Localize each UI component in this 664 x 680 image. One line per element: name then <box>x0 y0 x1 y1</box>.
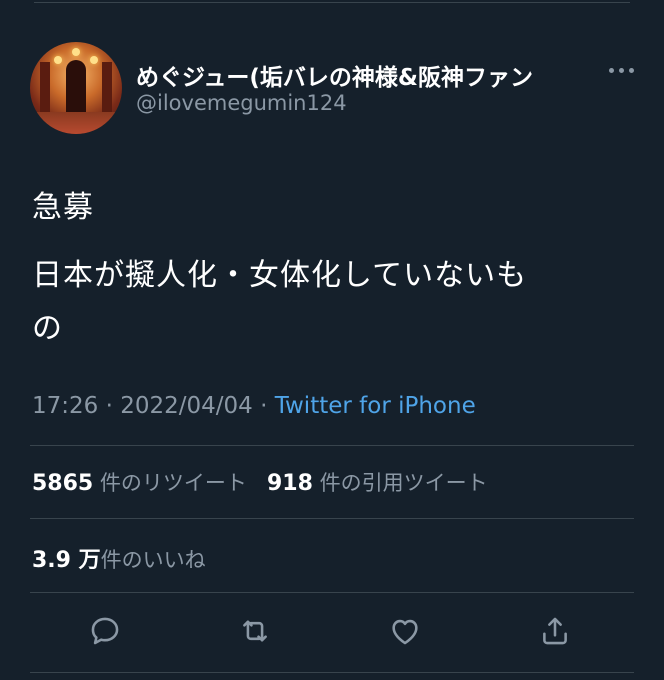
tweet-text-line: 日本が擬人化・女体化していないも <box>32 258 528 293</box>
quotes-count: 918 <box>266 471 313 496</box>
avatar-lamp <box>54 56 62 64</box>
heart-icon[interactable] <box>387 613 423 649</box>
avatar[interactable] <box>30 42 122 134</box>
avatar-lamp <box>72 48 80 56</box>
likes-label: 件のいいね <box>100 548 206 572</box>
display-name[interactable]: めぐジュー(垢バレの神様&阪神ファン <box>136 58 533 92</box>
meta-separator: · <box>98 393 121 419</box>
tweet-source[interactable]: Twitter for iPhone <box>275 393 476 419</box>
meta-separator: · <box>252 393 275 419</box>
reply-icon[interactable] <box>87 613 123 649</box>
top-divider <box>34 2 630 3</box>
tweet-text-line: 急募 <box>32 190 94 225</box>
quotes-label: 件の引用ツイート <box>319 471 488 495</box>
divider <box>30 592 634 593</box>
tweet-date[interactable]: 2022/04/04 <box>120 393 253 419</box>
tweet-text-line: の <box>32 311 63 346</box>
avatar-figure <box>66 60 86 118</box>
avatar-floor <box>30 112 122 134</box>
bottom-divider <box>30 672 634 673</box>
share-icon[interactable] <box>537 613 573 649</box>
more-dot <box>628 67 634 73</box>
likes-count: 3.9 万 <box>32 548 101 573</box>
divider <box>30 518 634 519</box>
more-dot <box>608 67 614 73</box>
quotes-stat[interactable]: 918 件の引用ツイート <box>266 471 488 496</box>
retweets-label: 件のリツイート <box>99 471 247 495</box>
more-dot <box>618 67 624 73</box>
likes-stat[interactable]: 3.9 万件のいいね <box>32 542 206 574</box>
more-icon[interactable] <box>606 60 636 80</box>
retweets-stat[interactable]: 5865 件のリツイート <box>32 471 247 496</box>
tweet-time[interactable]: 17:26 <box>32 393 98 419</box>
tweet-meta: 17:26 · 2022/04/04 · Twitter for iPhone <box>32 393 476 419</box>
divider <box>30 445 634 446</box>
retweets-count: 5865 <box>32 471 94 496</box>
tweet-stats: 5865 件のリツイート 918 件の引用ツイート <box>32 467 488 497</box>
avatar-lamp <box>90 56 98 64</box>
user-handle[interactable]: @ilovemegumin124 <box>136 91 347 115</box>
retweet-icon[interactable] <box>237 613 273 649</box>
